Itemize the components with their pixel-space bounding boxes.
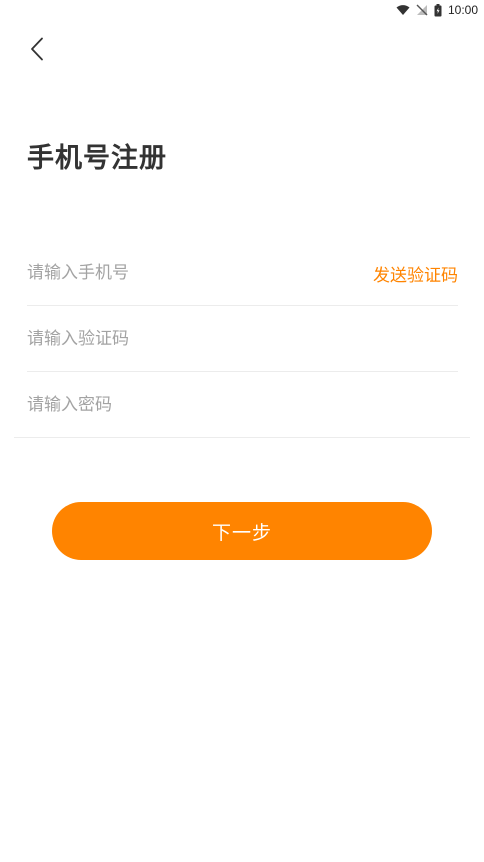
page-title: 手机号注册	[27, 143, 167, 174]
back-button[interactable]	[22, 36, 52, 66]
code-row	[27, 306, 458, 372]
status-time: 10:00	[447, 3, 478, 17]
password-input[interactable]	[27, 395, 458, 415]
send-code-button[interactable]: 发送验证码	[373, 261, 458, 286]
next-step-button[interactable]: 下一步	[52, 502, 432, 560]
chevron-left-icon	[30, 37, 44, 65]
wifi-icon	[396, 4, 410, 16]
password-row	[27, 372, 458, 438]
divider	[14, 437, 470, 438]
battery-icon	[434, 3, 442, 17]
no-signal-icon	[416, 4, 428, 16]
status-bar: 10:00	[0, 0, 484, 20]
phone-input[interactable]	[27, 263, 373, 283]
verification-code-input[interactable]	[27, 329, 458, 349]
phone-row: 发送验证码	[27, 240, 458, 306]
